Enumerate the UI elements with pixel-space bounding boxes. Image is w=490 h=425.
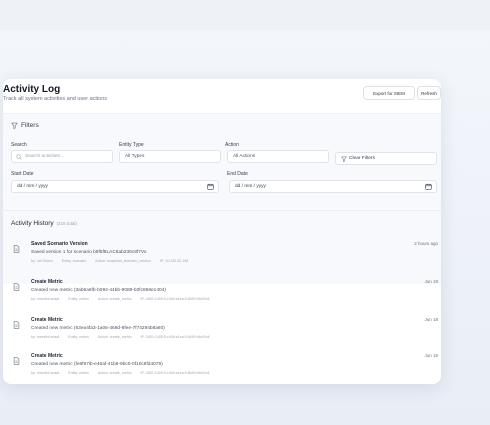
activity-time: Jun 18 xyxy=(424,279,438,284)
action-value: All Actions xyxy=(233,154,256,159)
refresh-button[interactable]: Refresh xyxy=(417,86,441,100)
activity-user: by: Jai Shoen xyxy=(31,259,53,263)
list-item[interactable]: Create Metric Created new metric (fe6f97… xyxy=(13,353,438,384)
end-date-value: dd / mm / yyyy xyxy=(235,184,266,189)
filters-title: Filters xyxy=(21,122,39,129)
document-icon xyxy=(13,357,20,365)
activity-description: Created new metric (3ab6a6fb-b092-44bb-9… xyxy=(31,288,166,293)
list-item[interactable]: Create Metric Created new metric (63ea4f… xyxy=(13,317,438,353)
calendar-icon[interactable] xyxy=(207,183,214,190)
activity-action: Action: snapshot_scenario_version xyxy=(95,259,151,263)
activity-action: Action: create_metric xyxy=(97,297,132,301)
clear-filters-button[interactable]: Clear Filters xyxy=(335,152,437,165)
activity-time: Jun 18 xyxy=(424,317,438,322)
activity-meta: by: Jai Shoen Entity: scenario Action: s… xyxy=(31,259,196,263)
list-item[interactable]: Saved Scenario Version Saved version 1 f… xyxy=(13,241,438,277)
activity-log-panel: Activity Log Track all system activities… xyxy=(3,79,441,384)
activity-count: (216 total) xyxy=(56,221,77,226)
activity-time: 2 hours ago xyxy=(414,241,438,246)
panel-header: Activity Log Track all system activities… xyxy=(3,79,441,113)
filter-icon xyxy=(11,122,18,129)
activity-title: Create Metric xyxy=(31,279,63,285)
activity-user: by: meedinf.ansal xyxy=(31,371,60,375)
activity-ip: IP: 2601:1405:0:c40b:a1ea:0:8490:b6c5:b4 xyxy=(140,371,210,375)
section-divider xyxy=(3,210,441,211)
clear-filters-label: Clear Filters xyxy=(349,156,375,161)
document-icon xyxy=(13,321,20,329)
activity-entity: Entity: metric xyxy=(68,335,89,339)
activity-entity: Entity: metric xyxy=(68,371,89,375)
activity-meta: by: meedinf.ansal Entity: metric Action:… xyxy=(31,335,217,339)
start-date-label: Start Date xyxy=(11,171,34,177)
activity-entity: Entity: metric xyxy=(68,297,89,301)
search-placeholder: Search activities... xyxy=(25,154,64,159)
page-subtitle: Track all system activities and user act… xyxy=(3,96,108,102)
page-title: Activity Log xyxy=(3,84,61,95)
end-date-input[interactable]: dd / mm / yyyy xyxy=(229,180,437,193)
activity-ip: IP: 10.230.20.198 xyxy=(159,259,189,263)
activity-entity: Entity: scenario xyxy=(61,259,87,263)
activity-user: by: meedinf.ansal xyxy=(31,335,60,339)
start-date-input[interactable]: dd / mm / yyyy xyxy=(11,180,219,193)
filter-icon xyxy=(341,156,347,162)
activity-title: Saved Scenario Version xyxy=(31,241,88,247)
activity-meta: by: meedinf.ansal Entity: metric Action:… xyxy=(31,297,217,301)
activity-description: Created new metric (fe6f97ib-e46af-41b8-… xyxy=(31,362,163,367)
entity-type-value: All Types xyxy=(125,154,145,159)
activity-history-heading: Activity History (216 total) xyxy=(11,220,77,227)
activity-ip: IP: 2601:1405:0:c40b:a1ea:0:8490:b6c5:b4 xyxy=(140,335,210,339)
activity-user: by: meedinf.ansal xyxy=(31,297,60,301)
start-date-value: dd / mm / yyyy xyxy=(17,184,48,189)
calendar-icon[interactable] xyxy=(425,183,432,190)
end-date-label: End Date xyxy=(227,171,248,177)
activity-description: Created new metric (63ea4fa3-1a06-469d-9… xyxy=(31,326,165,331)
activity-title: Create Metric xyxy=(31,317,63,323)
document-icon xyxy=(13,245,20,253)
activity-meta: by: meedinf.ansal Entity: metric Action:… xyxy=(31,371,217,375)
activity-action: Action: create_metric xyxy=(97,371,132,375)
search-input[interactable]: Search activities... xyxy=(11,150,113,163)
search-label: Search xyxy=(11,142,27,148)
activity-title: Create Metric xyxy=(31,353,63,359)
action-select[interactable]: All Actions xyxy=(227,150,329,163)
list-item[interactable]: Create Metric Created new metric (3ab6a6… xyxy=(13,279,438,315)
activity-description: Saved version 1 for scenario b9f5f8LAC6a… xyxy=(31,250,147,255)
filters-heading: Filters xyxy=(11,122,39,129)
activity-ip: IP: 2601:1405:0:c40b:a1ea:0:8490:b6c5:b4 xyxy=(140,297,210,301)
activity-time: Jun 18 xyxy=(424,353,438,358)
entity-type-select[interactable]: All Types xyxy=(119,150,221,163)
export-siem-button[interactable]: Export for SIEM xyxy=(363,86,415,100)
activity-history-title: Activity History xyxy=(11,220,54,227)
search-icon xyxy=(16,154,22,160)
activity-action: Action: create_metric xyxy=(97,335,132,339)
document-icon xyxy=(13,283,20,291)
action-label: Action xyxy=(225,142,239,148)
entity-type-label: Entity Type xyxy=(119,142,144,148)
